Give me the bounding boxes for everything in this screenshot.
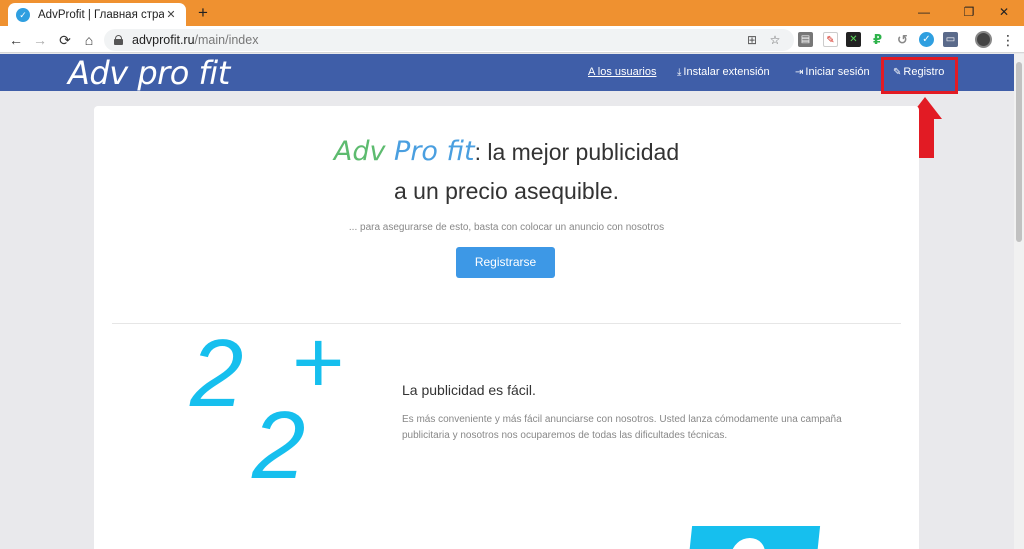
lock-icon bbox=[114, 35, 123, 45]
reload-button[interactable]: ⟳ bbox=[55, 30, 75, 50]
url-host: advprofit.ru bbox=[132, 33, 195, 47]
site-header: Adv pro fit A los usuarios ⤓ Instalar ext… bbox=[0, 54, 1014, 91]
home-button[interactable]: ⌂ bbox=[79, 30, 99, 50]
bookmark-star-icon[interactable]: ☆ bbox=[767, 32, 783, 48]
translate-icon[interactable]: ⊞ bbox=[744, 32, 760, 48]
register-cta-button[interactable]: Registrarse bbox=[456, 247, 555, 278]
brand-name-part2: Pro fit bbox=[394, 136, 475, 167]
extension-monitor-icon[interactable]: ▭ bbox=[943, 32, 958, 47]
site-logo[interactable]: Adv pro fit bbox=[68, 55, 230, 91]
url-path: /main/index bbox=[194, 33, 259, 47]
brand-name-part1: Adv bbox=[333, 136, 395, 167]
close-window-button[interactable]: ✕ bbox=[984, 0, 1024, 26]
browser-toolbar: ← → ⟳ ⌂ advprofit.ru/main/index ⊞ ☆ ▤ ✎ … bbox=[0, 26, 1024, 53]
money-graphic-partial bbox=[687, 526, 821, 549]
forward-button[interactable]: → bbox=[30, 30, 50, 50]
nav-install-label: Instalar extensión bbox=[683, 66, 770, 78]
browser-menu-icon[interactable]: ⋮ bbox=[1001, 30, 1015, 50]
feature-text: Es más conveniente y más fácil anunciars… bbox=[402, 414, 842, 441]
extension-pdf-icon[interactable]: ✎ bbox=[823, 32, 838, 47]
hero-heading-line1: Adv Pro fit: la mejor publicidad bbox=[94, 136, 919, 167]
scrollbar-thumb[interactable] bbox=[1016, 62, 1022, 242]
main-card: Adv Pro fit: la mejor publicidad a un pr… bbox=[94, 106, 919, 549]
extension-history-icon[interactable]: ↺ bbox=[895, 32, 910, 47]
browser-tab-strip: ✓ AdvProfit | Главная страница ✕ + — ❐ ✕ bbox=[0, 0, 1024, 26]
nav-users-link[interactable]: A los usuarios bbox=[588, 65, 656, 79]
hero-subtitle: ... para asegurarse de esto, basta con c… bbox=[348, 222, 665, 233]
feature-graphic-digit-2: 2 bbox=[252, 392, 306, 499]
advprofit-favicon-icon: ✓ bbox=[16, 7, 30, 22]
nav-login-label: Iniciar sesión bbox=[805, 66, 870, 78]
minimize-button[interactable]: — bbox=[904, 0, 944, 26]
extension-x-icon[interactable]: ✕ bbox=[846, 32, 861, 47]
tab-title: AdvProfit | Главная страница bbox=[38, 8, 164, 21]
page-scrollbar[interactable] bbox=[1014, 54, 1024, 549]
nav-login-link[interactable]: ⇥ Iniciar sesión bbox=[795, 65, 870, 80]
back-button[interactable]: ← bbox=[6, 30, 26, 50]
browser-tab-active[interactable]: ✓ AdvProfit | Главная страница ✕ bbox=[8, 3, 186, 26]
restore-button[interactable]: ❐ bbox=[949, 0, 989, 26]
tab-close-icon[interactable]: ✕ bbox=[164, 8, 178, 21]
extension-ruble-icon[interactable]: ₽ bbox=[870, 32, 885, 47]
hero-heading-rest: : la mejor publicidad bbox=[474, 139, 680, 165]
new-tab-button[interactable]: + bbox=[194, 3, 212, 23]
extension-grey-icon[interactable]: ▤ bbox=[798, 32, 813, 47]
nav-install-link[interactable]: ⤓ Instalar extensión bbox=[677, 65, 770, 80]
register-highlight-box bbox=[881, 57, 958, 94]
sign-in-icon: ⇥ bbox=[795, 67, 804, 78]
profile-avatar-icon[interactable] bbox=[975, 31, 992, 48]
download-icon: ⤓ bbox=[677, 67, 682, 78]
feature-title: La publicidad es fácil. bbox=[402, 382, 536, 398]
extension-check-icon[interactable]: ✓ bbox=[919, 32, 934, 47]
address-bar[interactable]: advprofit.ru/main/index ⊞ ☆ bbox=[104, 29, 794, 51]
feature-graphic-digit-1: 2 bbox=[190, 320, 244, 427]
hero-heading-line2: a un precio asequible. bbox=[393, 178, 620, 204]
